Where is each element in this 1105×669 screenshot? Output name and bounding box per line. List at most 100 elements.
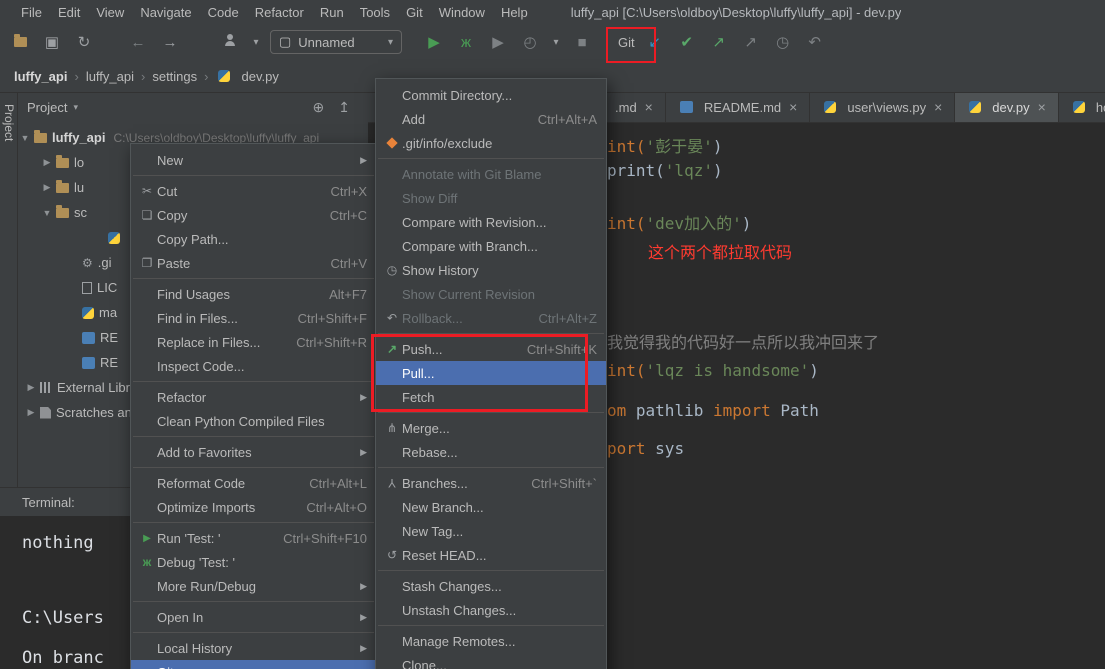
menu-item-compare-with-revision[interactable]: Compare with Revision... <box>376 210 606 234</box>
tab-user-views-py[interactable]: user\views.py × <box>810 92 956 122</box>
debug-button[interactable]: ж <box>454 34 478 51</box>
breadcrumb-item-root[interactable]: luffy_api <box>14 69 67 84</box>
menu-item-pull[interactable]: Pull... <box>376 361 606 385</box>
menu-item-copy-path[interactable]: Copy Path... <box>131 227 376 251</box>
menu-navigate[interactable]: Navigate <box>133 5 198 20</box>
menu-item-rollback[interactable]: ↶ Rollback... Ctrl+Alt+Z <box>376 306 606 330</box>
menu-item-clean-python-compiled-files[interactable]: Clean Python Compiled Files <box>131 409 376 433</box>
menu-item-fetch[interactable]: Fetch <box>376 385 606 409</box>
menu-item-commit-directory[interactable]: Commit Directory... <box>376 83 606 107</box>
menu-item-git-info-exclude[interactable]: .git/info/exclude <box>376 131 606 155</box>
terminal-label[interactable]: Terminal: <box>22 495 75 510</box>
menu-item-push[interactable]: ↗ Push... Ctrl+Shift+K <box>376 337 606 361</box>
breadcrumb-item-file[interactable]: dev.py <box>242 69 279 84</box>
chevron-down-icon[interactable]: ▾ <box>73 102 78 113</box>
run-options-caret-icon[interactable]: ▾ <box>550 37 562 48</box>
menu-item-new-tag[interactable]: New Tag... <box>376 519 606 543</box>
close-icon[interactable]: × <box>645 99 653 115</box>
menu-file[interactable]: File <box>14 5 49 20</box>
tab-md[interactable]: .md × <box>603 92 666 122</box>
commit-button[interactable]: ✔ <box>675 33 699 51</box>
menu-item-add-to-favorites[interactable]: Add to Favorites ▶ <box>131 440 376 464</box>
breadcrumb-item-package[interactable]: luffy_api <box>86 69 134 84</box>
collapse-all-icon[interactable]: ↥ <box>338 99 350 116</box>
sync-icon[interactable]: ↻ <box>72 33 96 51</box>
open-icon[interactable] <box>8 33 32 51</box>
menu-item-find-in-files[interactable]: Find in Files... Ctrl+Shift+F <box>131 306 376 330</box>
menu-item-paste[interactable]: ❐ Paste Ctrl+V <box>131 251 376 275</box>
menu-git[interactable]: Git <box>399 5 430 20</box>
menu-refactor[interactable]: Refactor <box>248 5 311 20</box>
menu-item-branches[interactable]: Y Branches... Ctrl+Shift+` <box>376 471 606 495</box>
back-icon[interactable]: ← <box>126 34 150 51</box>
rollback-button[interactable]: ↶ <box>803 33 827 51</box>
menu-item-refactor[interactable]: Refactor ▶ <box>131 385 376 409</box>
menu-item-show-current-revision[interactable]: Show Current Revision <box>376 282 606 306</box>
menu-item-rebase[interactable]: Rebase... <box>376 440 606 464</box>
run-config-select[interactable]: ▢ Unnamed ▾ <box>270 30 402 54</box>
project-panel-title[interactable]: Project <box>27 100 67 115</box>
menu-item-new-branch[interactable]: New Branch... <box>376 495 606 519</box>
menu-item-git[interactable]: Git▶ <box>131 660 376 669</box>
menu-item-reset-head[interactable]: ↺ Reset HEAD... <box>376 543 606 567</box>
coverage-button[interactable]: ▶ <box>486 33 510 51</box>
menu-item-replace-in-files[interactable]: Replace in Files... Ctrl+Shift+R <box>131 330 376 354</box>
run-button[interactable]: ▶ <box>422 33 446 51</box>
menu-item-unstash-changes[interactable]: Unstash Changes... <box>376 598 606 622</box>
menu-item-compare-with-branch[interactable]: Compare with Branch... <box>376 234 606 258</box>
menu-item-local-history[interactable]: Local History ▶ <box>131 636 376 660</box>
menu-item-merge[interactable]: ⋔ Merge... <box>376 416 606 440</box>
close-icon[interactable]: × <box>789 99 797 115</box>
breadcrumb-item-settings[interactable]: settings <box>152 69 197 84</box>
tab-readme-md[interactable]: README.md × <box>666 92 811 122</box>
menu-item-new[interactable]: New ▶ <box>131 148 376 172</box>
profiler-button[interactable]: ◴ <box>518 33 542 51</box>
menu-tools[interactable]: Tools <box>353 5 397 20</box>
chevron-down-icon[interactable]: ▼ <box>40 208 54 218</box>
locate-icon[interactable]: ⊕ <box>313 99 325 116</box>
save-icon[interactable]: ▣ <box>40 33 64 51</box>
chevron-down-icon[interactable]: ▼ <box>18 133 32 143</box>
menu-item-inspect-code[interactable]: Inspect Code... <box>131 354 376 378</box>
menu-window[interactable]: Window <box>432 5 492 20</box>
history-button[interactable]: ◷ <box>771 33 795 51</box>
chevron-right-icon[interactable]: ▶ <box>40 182 54 193</box>
menu-item-show-diff[interactable]: Show Diff <box>376 186 606 210</box>
tab-hom[interactable]: hom <box>1059 92 1105 122</box>
menu-help[interactable]: Help <box>494 5 535 20</box>
menu-item-stash-changes[interactable]: Stash Changes... <box>376 574 606 598</box>
menu-item-manage-remotes[interactable]: Manage Remotes... <box>376 629 606 653</box>
menu-item-label: Git <box>157 665 174 669</box>
menu-item-debug-test[interactable]: ж Debug 'Test: ' <box>131 550 376 574</box>
user-icon[interactable] <box>218 33 242 51</box>
menu-item-show-history[interactable]: ◷ Show History <box>376 258 606 282</box>
menu-item-more-run-debug[interactable]: More Run/Debug ▶ <box>131 574 376 598</box>
menu-item-optimize-imports[interactable]: Optimize Imports Ctrl+Alt+O <box>131 495 376 519</box>
menu-view[interactable]: View <box>89 5 131 20</box>
close-icon[interactable]: × <box>1038 99 1046 115</box>
push-button[interactable]: ↗ <box>707 33 731 51</box>
menu-edit[interactable]: Edit <box>51 5 87 20</box>
tree-item-label: lo <box>74 155 85 170</box>
menu-item-run-test[interactable]: ▶ Run 'Test: ' Ctrl+Shift+F10 <box>131 526 376 550</box>
menu-item-add[interactable]: Add Ctrl+Alt+A <box>376 107 606 131</box>
menu-run[interactable]: Run <box>313 5 351 20</box>
menu-item-annotate-with-git-blame[interactable]: Annotate with Git Blame <box>376 162 606 186</box>
menu-item-reformat-code[interactable]: Reformat Code Ctrl+Alt+L <box>131 471 376 495</box>
user-caret-icon[interactable]: ▾ <box>250 37 262 48</box>
close-icon[interactable]: × <box>934 99 942 115</box>
menu-item-find-usages[interactable]: Find Usages Alt+F7 <box>131 282 376 306</box>
menu-code[interactable]: Code <box>201 5 246 20</box>
forward-icon[interactable]: → <box>158 34 182 51</box>
menu-item-copy[interactable]: ❏ Copy Ctrl+C <box>131 203 376 227</box>
menu-item-open-in[interactable]: Open In ▶ <box>131 605 376 629</box>
chevron-right-icon[interactable]: ▶ <box>24 407 38 418</box>
chevron-right-icon[interactable]: ▶ <box>40 157 54 168</box>
update-project-button[interactable]: ↙ <box>643 33 667 51</box>
stop-button[interactable]: ■ <box>570 34 594 51</box>
tab-dev-py[interactable]: dev.py × <box>955 92 1059 122</box>
menu-item-cut[interactable]: ✂ Cut Ctrl+X <box>131 179 376 203</box>
menu-item-clone[interactable]: Clone... <box>376 653 606 669</box>
vcs-arrow-icon[interactable]: ↗ <box>739 33 763 51</box>
chevron-right-icon[interactable]: ▶ <box>24 382 38 393</box>
